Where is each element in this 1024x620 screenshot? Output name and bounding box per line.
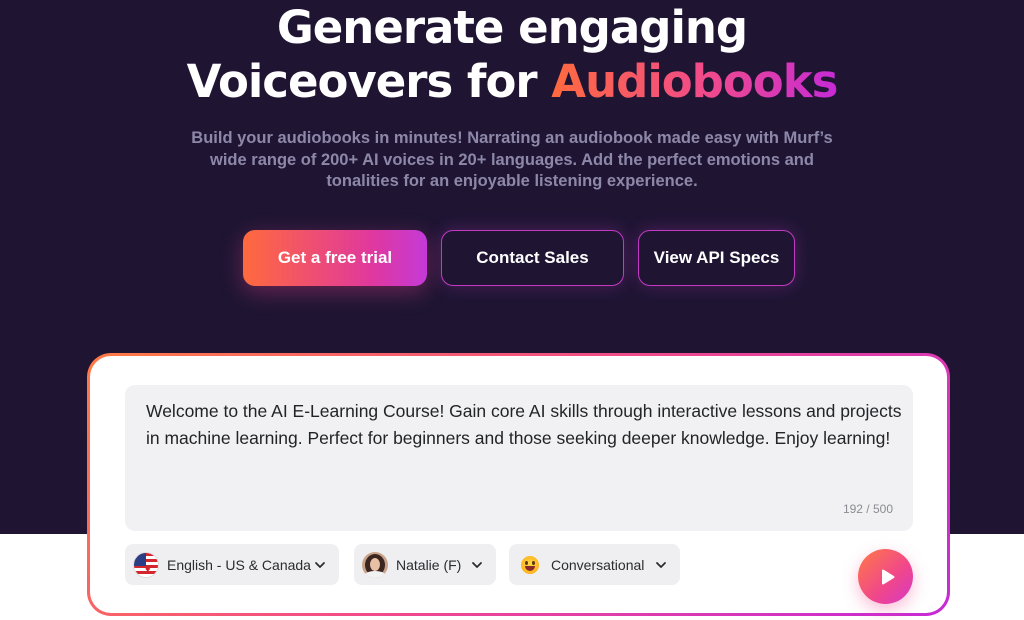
language-select[interactable]: ♦ English - US & Canada [125,544,339,585]
script-text[interactable]: Welcome to the AI E-Learning Course! Gai… [146,398,906,451]
character-counter: 192 / 500 [842,502,893,516]
headline-line-2: Voiceovers for Audiobooks [0,55,1024,109]
voice-label: Natalie (F) [396,556,462,573]
voice-select[interactable]: Natalie (F) [354,544,496,585]
hero-subtitle: Build your audiobooks in minutes! Narrat… [191,129,833,190]
style-label: Conversational [551,556,645,573]
style-select[interactable]: Conversational [509,544,680,585]
headline-line-1: Generate engaging [276,1,748,54]
view-api-specs-button[interactable]: View API Specs [638,230,795,286]
smiling-emoji-icon [521,555,539,574]
voice-demo-card: Welcome to the AI E-Learning Course! Gai… [87,353,950,616]
voice-avatar [362,551,388,578]
play-button[interactable] [858,549,913,604]
language-label: English - US & Canada [167,556,311,573]
headline-prefix: Voiceovers for [186,55,552,108]
script-textbox[interactable]: Welcome to the AI E-Learning Course! Gai… [125,385,913,531]
page-headline: Generate engaging Voiceovers for Audiobo… [0,0,1024,109]
headline-accent: Audiobooks [551,55,838,108]
chevron-down-icon [472,561,482,568]
us-flag-icon: ♦ [133,551,159,578]
chevron-down-icon [656,561,666,568]
contact-sales-button[interactable]: Contact Sales [441,230,624,286]
voice-demo-card-inner: Welcome to the AI E-Learning Course! Gai… [90,356,947,613]
chevron-down-icon [315,561,325,568]
free-trial-button[interactable]: Get a free trial [243,230,427,286]
play-icon [881,568,895,585]
